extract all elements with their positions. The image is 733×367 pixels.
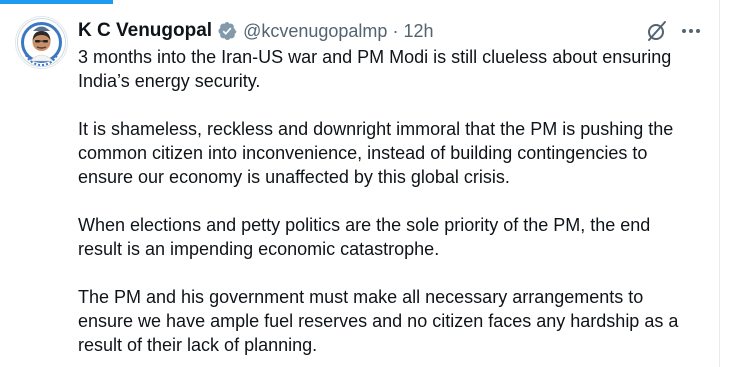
avatar[interactable]: [15, 16, 68, 69]
more-options-icon[interactable]: [679, 21, 703, 41]
verified-badge-icon[interactable]: [217, 21, 237, 41]
author-display-name[interactable]: K C Venugopal: [78, 20, 212, 42]
tweet-text: 3 months into the Iran-US war and PM Mod…: [78, 45, 714, 367]
tweet-paragraph: It is shameless, reckless and downright …: [78, 119, 674, 187]
tweet-paragraph: When elections and petty politics are th…: [78, 215, 651, 259]
header-separator: ·: [392, 20, 399, 41]
tweet-timestamp[interactable]: 12h: [403, 21, 433, 42]
author-handle[interactable]: @kcvenugopalmp: [243, 21, 387, 42]
active-tab-indicator: [0, 0, 113, 4]
timeline-divider: [719, 0, 720, 367]
grok-icon[interactable]: [646, 20, 668, 42]
tweet-header: K C Venugopal @kcvenugopalmp · 12h: [78, 18, 433, 44]
avatar-photo-icon: [17, 18, 66, 67]
tweet-paragraph: The PM and his government must make all …: [78, 287, 679, 355]
tweet-paragraph: 3 months into the Iran-US war and PM Mod…: [78, 47, 672, 91]
